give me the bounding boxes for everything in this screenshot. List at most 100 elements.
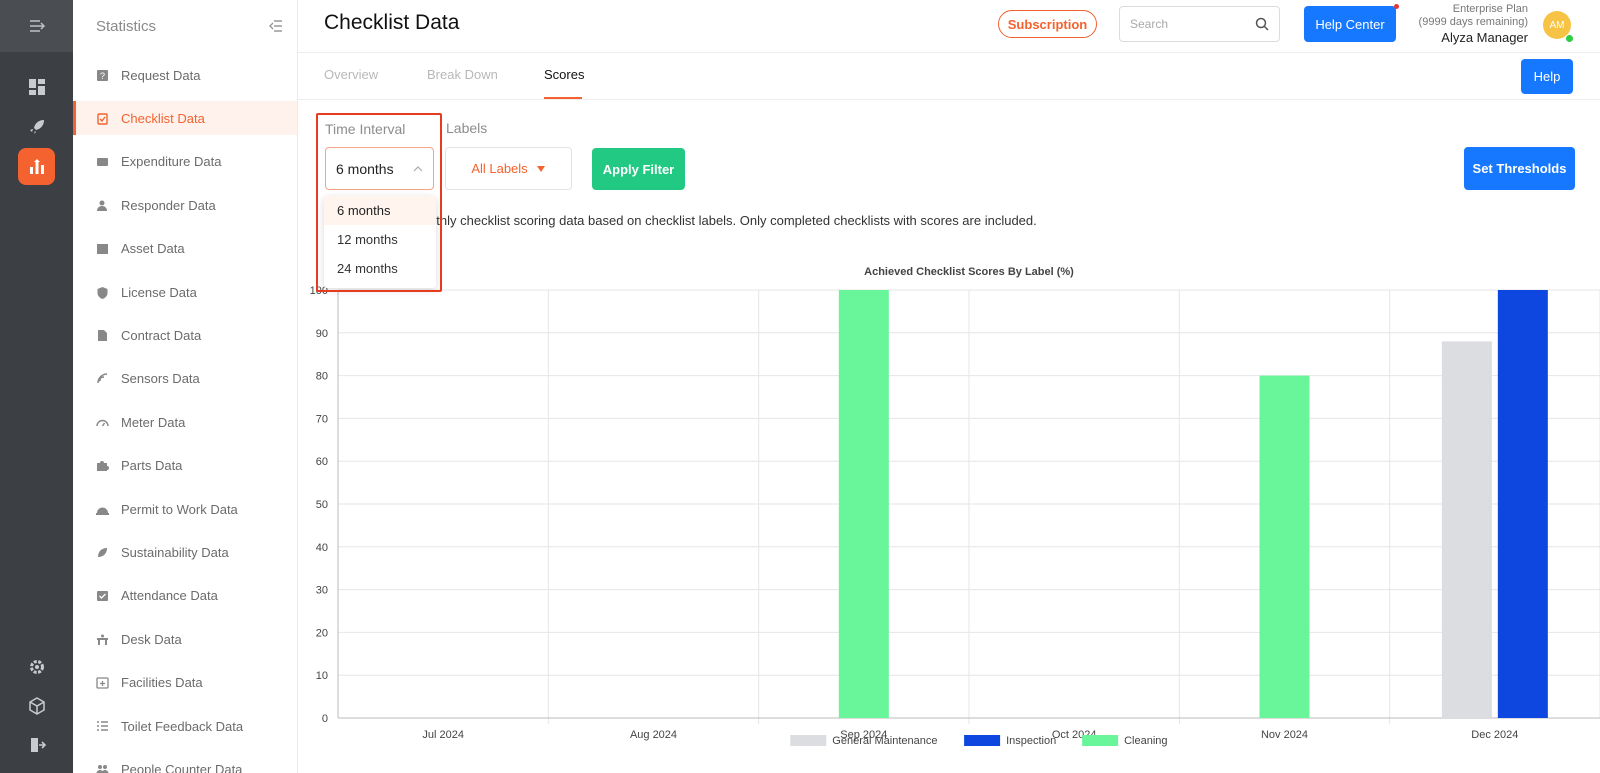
set-thresholds-button[interactable]: Set Thresholds bbox=[1464, 147, 1575, 190]
sidebar-item-people-counter-data[interactable]: People Counter Data bbox=[73, 752, 297, 773]
help-button[interactable]: Help bbox=[1521, 59, 1573, 94]
logout-icon bbox=[30, 737, 46, 752]
person-icon bbox=[95, 198, 109, 212]
sidebar-item-attendance-data[interactable]: Attendance Data bbox=[73, 579, 297, 613]
sidebar-item-label: Expenditure Data bbox=[121, 154, 222, 170]
sidebar-item-label: Desk Data bbox=[121, 631, 182, 647]
sidebar-item-label: Attendance Data bbox=[121, 588, 218, 604]
statistics-icon bbox=[29, 158, 44, 174]
sidebar-item-expenditure-data[interactable]: Expenditure Data bbox=[73, 145, 297, 179]
svg-text:?: ? bbox=[99, 71, 104, 81]
sidebar-item-sustainability-data[interactable]: Sustainability Data bbox=[73, 535, 297, 569]
legend-swatch-general-maintenance bbox=[790, 735, 827, 746]
x-tick-label: Dec 2024 bbox=[1471, 729, 1518, 741]
legend-swatch-inspection bbox=[964, 735, 1001, 746]
plan-remaining: (9999 days remaining) bbox=[1418, 16, 1528, 28]
leaf-icon bbox=[95, 545, 109, 559]
sidebar-item-request-data[interactable]: ? Request Data bbox=[73, 58, 297, 92]
sidebar-item-label: License Data bbox=[121, 284, 197, 300]
sidebar-item-label: Asset Data bbox=[121, 241, 185, 257]
sidebar-item-contract-data[interactable]: Contract Data bbox=[73, 318, 297, 352]
y-tick-label: 10 bbox=[316, 670, 328, 682]
tab-overview[interactable]: Overview bbox=[324, 67, 378, 82]
cube-nav-button[interactable] bbox=[18, 687, 55, 724]
sidebar-item-facilities-data[interactable]: Facilities Data bbox=[73, 666, 297, 700]
page-title: Checklist Data bbox=[324, 11, 460, 34]
sidebar-item-parts-data[interactable]: Parts Data bbox=[73, 449, 297, 483]
x-tick-label: Nov 2024 bbox=[1261, 729, 1308, 741]
y-tick-label: 40 bbox=[316, 542, 328, 554]
sidebar-item-label: Sensors Data bbox=[121, 371, 200, 387]
legend-label: General Maintenance bbox=[832, 735, 937, 747]
online-status-dot bbox=[1565, 34, 1574, 43]
tab-break-down[interactable]: Break Down bbox=[427, 67, 498, 82]
sidebar-item-asset-data[interactable]: Asset Data bbox=[73, 232, 297, 266]
sidebar-item-responder-data[interactable]: Responder Data bbox=[73, 188, 297, 222]
y-tick-label: 90 bbox=[316, 328, 328, 340]
sidebar-item-label: Permit to Work Data bbox=[121, 501, 238, 517]
sidebar-item-meter-data[interactable]: Meter Data bbox=[73, 405, 297, 439]
x-tick-label: Jul 2024 bbox=[422, 729, 464, 741]
sidebar-item-checklist-data[interactable]: Checklist Data bbox=[73, 101, 297, 136]
sidebar-item-label: Sustainability Data bbox=[121, 544, 229, 560]
gear-icon bbox=[29, 659, 44, 674]
y-tick-label: 20 bbox=[316, 627, 328, 639]
caret-down-icon bbox=[536, 165, 545, 172]
search-placeholder: Search bbox=[1130, 17, 1169, 31]
app-root: Statistics ? Request Data Checklist Data Ex… bbox=[0, 0, 1600, 773]
list-icon bbox=[95, 719, 109, 733]
shield-icon bbox=[95, 285, 109, 299]
labels-dropdown-button[interactable]: All Labels bbox=[445, 147, 572, 190]
desk-icon bbox=[95, 632, 109, 646]
sidebar-item-permit-to-work-data[interactable]: Permit to Work Data bbox=[73, 492, 297, 526]
sidebar-header: Statistics bbox=[73, 0, 297, 52]
highlight-box bbox=[316, 113, 442, 292]
chart-title: Achieved Checklist Scores By Label (%) bbox=[864, 266, 1074, 278]
menu-toggle-button[interactable] bbox=[0, 0, 73, 52]
y-tick-label: 0 bbox=[322, 713, 328, 725]
legend-label: Inspection bbox=[1006, 735, 1056, 747]
y-tick-label: 70 bbox=[316, 413, 328, 425]
wallet-icon bbox=[95, 155, 109, 169]
sidebar-item-sensors-data[interactable]: Sensors Data bbox=[73, 362, 297, 396]
icon-rail bbox=[0, 0, 73, 773]
legend-label: Cleaning bbox=[1124, 735, 1167, 747]
chart-card: Achieved Checklist Scores By Label (%) 0 1… bbox=[298, 240, 1600, 773]
tab-scores[interactable]: Scores bbox=[544, 67, 584, 82]
sidebar-item-label: Contract Data bbox=[121, 327, 202, 343]
dashboard-icon bbox=[28, 78, 45, 95]
rocket-nav-button[interactable] bbox=[18, 108, 55, 145]
search-input[interactable]: Search bbox=[1119, 6, 1280, 42]
legend-swatch-cleaning bbox=[1082, 735, 1119, 746]
search-icon[interactable] bbox=[1255, 17, 1269, 31]
box-icon bbox=[95, 242, 109, 256]
collapse-sidebar-icon[interactable] bbox=[269, 20, 283, 32]
help-center-button[interactable]: Help Center bbox=[1304, 6, 1396, 42]
x-tick-label: Aug 2024 bbox=[630, 729, 677, 741]
helmet-icon bbox=[95, 502, 109, 516]
y-tick-label: 60 bbox=[316, 456, 328, 468]
statistics-nav-button[interactable] bbox=[18, 148, 55, 185]
sidebar-item-label: Toilet Feedback Data bbox=[121, 718, 244, 734]
bar-inspection-dec-2024 bbox=[1497, 290, 1548, 718]
labels-label: Labels bbox=[446, 120, 488, 136]
apply-filter-button[interactable]: Apply Filter bbox=[592, 148, 685, 190]
logout-nav-button[interactable] bbox=[18, 726, 55, 763]
plan-info: Enterprise Plan (9999 days remaining) Al… bbox=[1410, 3, 1528, 46]
gauge-icon bbox=[95, 415, 109, 429]
y-tick-label: 30 bbox=[316, 585, 328, 597]
sidebar-item-label: Meter Data bbox=[121, 414, 186, 430]
sidebar-item-toilet-feedback-data[interactable]: Toilet Feedback Data bbox=[73, 709, 297, 743]
sidebar-item-license-data[interactable]: License Data bbox=[73, 275, 297, 309]
user-name[interactable]: Alyza Manager bbox=[1410, 29, 1528, 46]
sidebar-item-desk-data[interactable]: Desk Data bbox=[73, 622, 297, 656]
sidebar-item-label: Request Data bbox=[121, 67, 201, 83]
signal-icon bbox=[95, 372, 109, 386]
dashboard-nav-button[interactable] bbox=[18, 68, 55, 105]
question-icon: ? bbox=[95, 68, 109, 82]
settings-nav-button[interactable] bbox=[18, 648, 55, 685]
plan-name: Enterprise Plan bbox=[1452, 3, 1528, 15]
subscription-button[interactable]: Subscription bbox=[998, 10, 1097, 38]
calendar-plus-icon bbox=[95, 676, 109, 690]
labels-value: All Labels bbox=[471, 161, 528, 176]
